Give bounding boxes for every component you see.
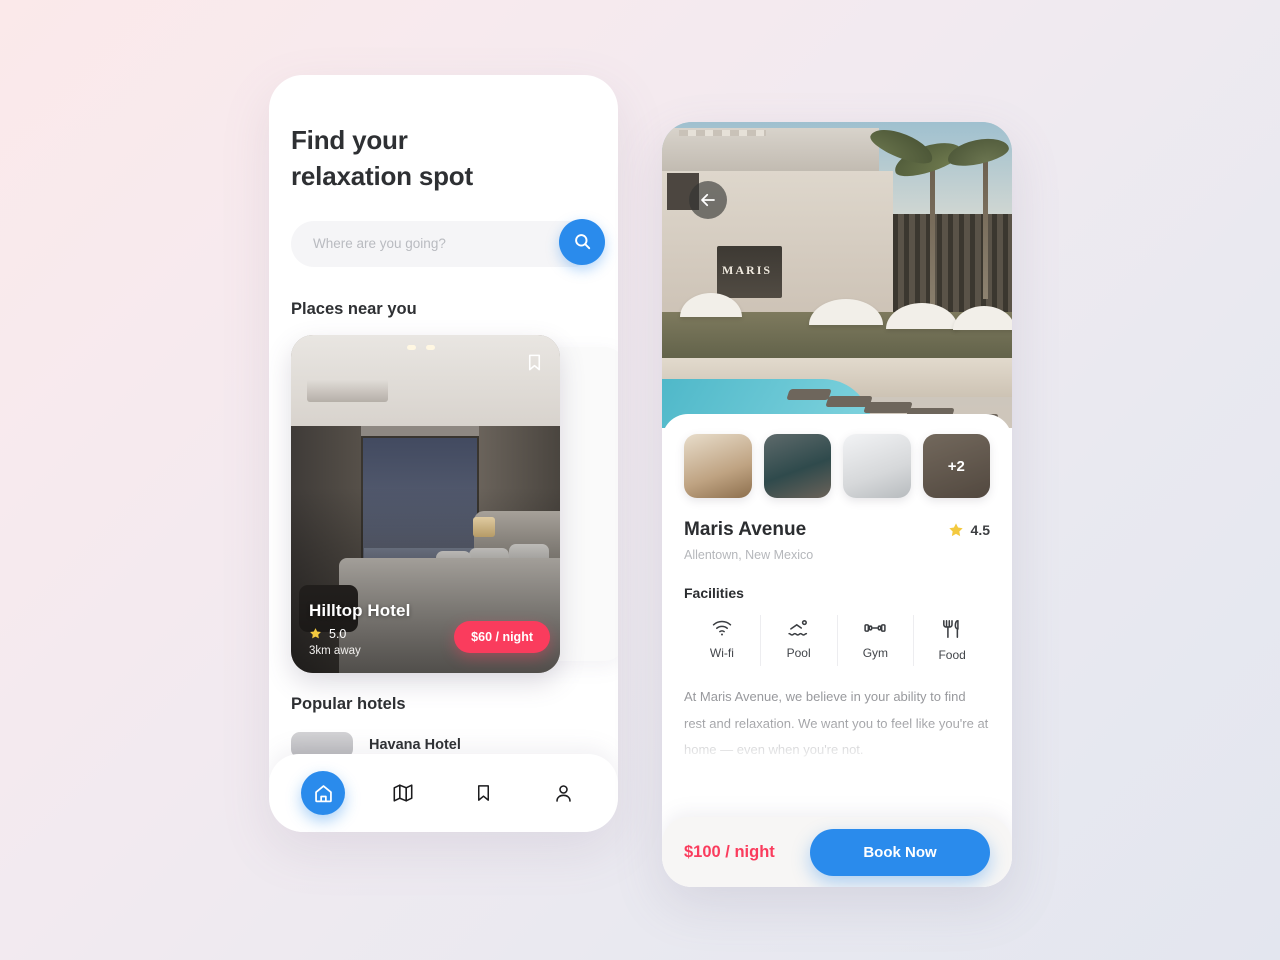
search-button[interactable] [559, 218, 605, 265]
hotel-card-hilltop[interactable]: Hilltop Hotel 5.0 3km away $60 / night [291, 334, 560, 673]
tab-map[interactable] [381, 771, 425, 815]
hero-image: MARIS [662, 122, 1012, 428]
headline-line-2: relaxation spot [291, 160, 473, 191]
facility-pool[interactable]: Pool [761, 615, 838, 666]
hotel-card-price[interactable]: $60 / night [454, 620, 550, 653]
facility-label: Wi-fi [709, 646, 734, 660]
star-icon [310, 628, 321, 639]
gallery-thumb[interactable] [763, 434, 831, 498]
headline-line-1: Find your [291, 125, 408, 155]
hotel-card-name: Hilltop Hotel [309, 600, 411, 620]
tab-home[interactable] [301, 771, 346, 815]
section-title-popular: Popular hotels [291, 694, 406, 713]
facility-food[interactable]: Food [914, 615, 990, 666]
gallery-thumb-more[interactable]: +2 [922, 434, 990, 498]
bookmark-icon [478, 785, 490, 801]
pool-icon [787, 620, 807, 636]
hotel-address: Allentown, New Mexico [684, 548, 814, 562]
facility-label: Gym [862, 646, 889, 660]
book-now-button[interactable]: Book Now [810, 828, 990, 876]
search-input[interactable] [291, 220, 596, 267]
tab-profile[interactable] [542, 771, 586, 815]
gallery-more-count: +2 [922, 434, 990, 498]
popular-hotel-name: Havana Hotel [369, 736, 461, 753]
hotel-rating-value: 4.5 [970, 522, 990, 538]
gallery-thumb[interactable] [843, 434, 911, 498]
wifi-icon [712, 620, 732, 636]
home-screen-phone: Find your relaxation spot Places near yo… [269, 75, 618, 832]
booking-bar: $100 / night Book Now [662, 817, 1012, 887]
hotel-header: Maris Avenue 4.5 [684, 519, 990, 541]
star-icon [948, 523, 963, 537]
facilities-list: Wi-fi Pool Gym Food [684, 615, 990, 666]
nearby-carousel: Hilltop Hotel 5.0 3km away $60 / night [291, 334, 618, 673]
booking-price: $100 / night [684, 842, 775, 861]
home-icon [314, 784, 332, 802]
hotel-title: Maris Avenue [684, 519, 807, 540]
cutlery-icon [943, 620, 959, 638]
facility-wifi[interactable]: Wi-fi [684, 615, 761, 666]
back-button[interactable] [689, 181, 727, 219]
facility-label: Pool [786, 646, 811, 660]
dumbbell-icon [864, 624, 887, 632]
hotel-detail-phone: MARIS +2 Maris Avenue 4.5 Allentown, New… [662, 122, 1012, 887]
status-badge: 4.5 [948, 522, 990, 538]
map-icon [393, 784, 413, 802]
hotel-card-info: Hilltop Hotel 5.0 3km away $60 / night [309, 600, 550, 657]
search-icon [574, 234, 590, 250]
hero-sign-text: MARIS [722, 263, 773, 278]
hotel-card-rating-value: 5.0 [329, 626, 347, 641]
facility-gym[interactable]: Gym [838, 615, 915, 666]
page-title: Find your relaxation spot [291, 123, 596, 195]
home-content: Find your relaxation spot Places near yo… [269, 75, 618, 758]
hotel-description: At Maris Avenue, we believe in your abil… [684, 689, 989, 758]
bookmark-icon[interactable] [525, 351, 544, 379]
section-title-nearby: Places near you [291, 299, 417, 318]
gallery-thumbnails: +2 [684, 434, 990, 498]
search-bar [291, 218, 605, 267]
facilities-title: Facilities [684, 585, 744, 601]
bottom-navigation [269, 754, 618, 832]
person-icon [556, 784, 572, 802]
gallery-thumb[interactable] [684, 434, 752, 498]
arrow-left-icon [701, 193, 715, 207]
facility-label: Food [938, 648, 966, 662]
tab-saved[interactable] [462, 771, 506, 815]
